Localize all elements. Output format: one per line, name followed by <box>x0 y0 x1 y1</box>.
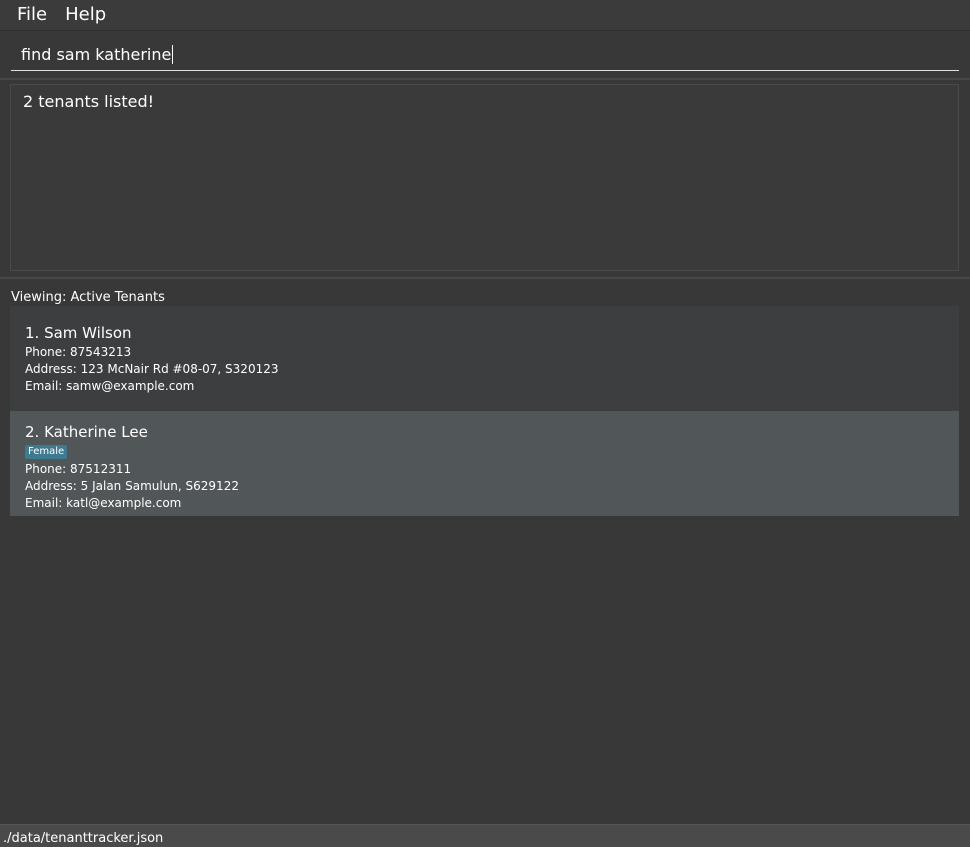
tenant-list-panel: Viewing: Active Tenants 1. Sam Wilson Ph… <box>0 279 970 823</box>
tenant-tag: Female <box>25 445 68 459</box>
tenant-phone: Phone: 87543213 <box>25 345 132 359</box>
save-location-path: ./data/tenanttracker.json <box>3 831 164 846</box>
menu-bar: File Help <box>0 0 970 31</box>
result-display-area: 2 tenants listed! <box>0 80 970 279</box>
tenant-card-selected[interactable]: 2. Katherine Lee Female Phone: 87512311 … <box>10 411 959 516</box>
command-input[interactable]: find sam katherine <box>11 39 959 71</box>
tenant-card[interactable]: 1. Sam Wilson Phone: 87543213 Address: 1… <box>10 306 959 411</box>
tenant-email: Email: samw@example.com <box>25 379 195 393</box>
tenant-address: Address: 5 Jalan Samulun, S629122 <box>25 479 239 493</box>
command-box-area: find sam katherine <box>0 31 970 80</box>
result-display[interactable]: 2 tenants listed! <box>10 84 959 271</box>
tenant-list[interactable]: 1. Sam Wilson Phone: 87543213 Address: 1… <box>10 306 959 516</box>
list-title: Viewing: Active Tenants <box>11 290 165 305</box>
result-message: 2 tenants listed! <box>23 92 155 111</box>
text-caret <box>172 45 174 64</box>
tenant-name: 2. Katherine Lee <box>25 423 148 441</box>
tenant-email: Email: katl@example.com <box>25 496 182 510</box>
status-bar: ./data/tenanttracker.json <box>0 824 970 847</box>
command-input-text: find sam katherine <box>21 45 172 64</box>
tenant-phone: Phone: 87512311 <box>25 462 132 476</box>
tenant-address: Address: 123 McNair Rd #08-07, S320123 <box>25 362 279 376</box>
menu-help[interactable]: Help <box>56 0 115 30</box>
tenant-name: 1. Sam Wilson <box>25 324 132 342</box>
menu-file[interactable]: File <box>8 0 56 30</box>
app-window: File Help find sam katherine 2 tenants l… <box>0 0 970 847</box>
